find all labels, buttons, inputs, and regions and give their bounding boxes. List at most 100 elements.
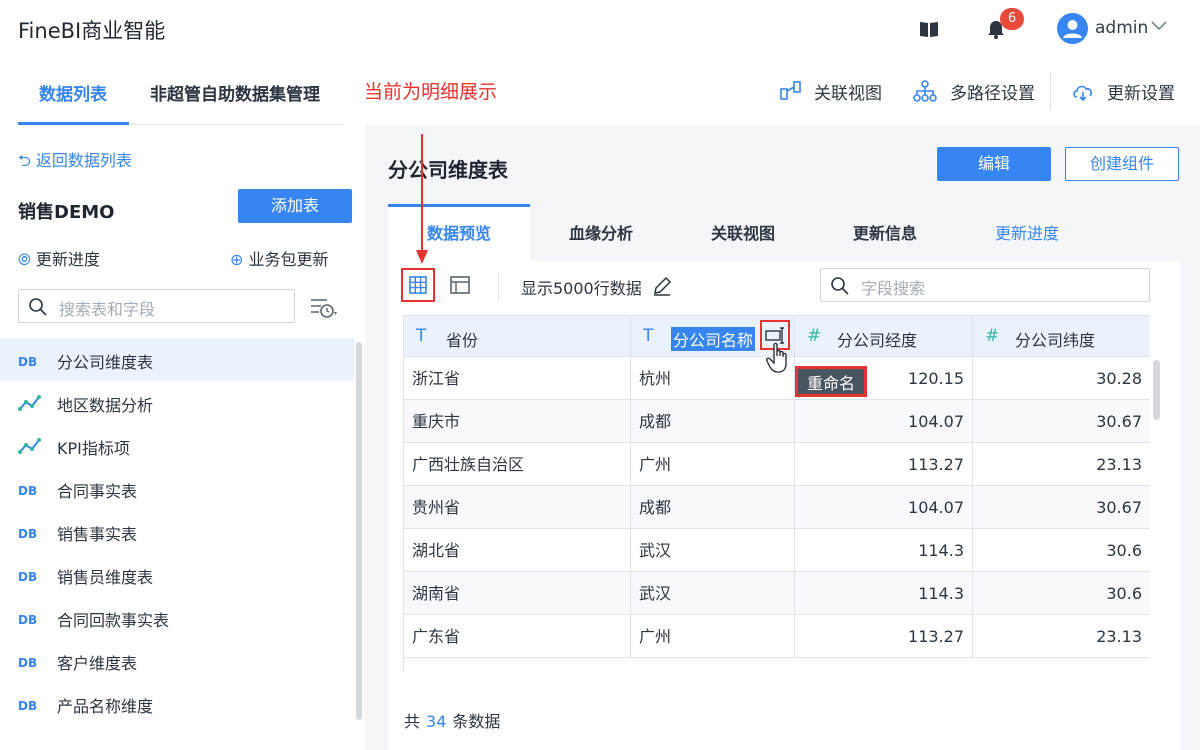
avatar[interactable]: [1057, 13, 1088, 44]
column-header-province[interactable]: T 省份: [404, 316, 631, 358]
annotation-text: 当前为明细展示: [364, 81, 498, 103]
table-cell: 23.13: [973, 615, 1150, 658]
column-header-label[interactable]: 分公司名称: [671, 327, 755, 351]
page-title: 分公司维度表: [388, 158, 508, 182]
table-cell: 广西壮族自治区: [404, 443, 631, 486]
table-search-input[interactable]: 搜索表和字段: [18, 289, 295, 323]
table-row: 重庆市 成都 104.07 30.67: [404, 400, 1150, 443]
table-row: 广东省 广州 113.27 23.13: [404, 615, 1150, 658]
book-icon[interactable]: [918, 18, 940, 40]
pencil-icon[interactable]: [652, 276, 672, 296]
column-header-label: 分公司纬度: [1015, 331, 1096, 350]
cloud-refresh-icon[interactable]: [1071, 79, 1095, 103]
relation-view-button[interactable]: 关联视图: [814, 79, 882, 104]
table-cell: 30.67: [973, 400, 1150, 443]
column-header-label: 分公司经度: [837, 331, 918, 350]
sidebar-item[interactable]: 地区数据分析: [0, 381, 354, 424]
sidebar-item-label: KPI指标项: [57, 439, 130, 458]
table-cell: 30.28: [973, 357, 1150, 400]
database-table-icon: DB: [18, 527, 38, 541]
brand-title: FineBI商业智能: [18, 19, 166, 43]
table-cell: 湖北省: [404, 529, 631, 572]
column-header-longitude[interactable]: # 分公司经度: [795, 316, 973, 358]
update-progress-link[interactable]: ⦾ 更新进度: [18, 246, 100, 270]
table-cell: 104.07: [795, 400, 973, 443]
sidebar-item[interactable]: DB 产品名称维度: [0, 682, 354, 725]
annotation-arrow-icon: [416, 134, 428, 264]
sidebar-item[interactable]: DB 客户维度表: [0, 639, 354, 682]
update-settings-button[interactable]: 更新设置: [1107, 79, 1175, 104]
search-icon: [831, 277, 849, 295]
database-table-icon: DB: [18, 570, 38, 584]
table-row: 湖北省 武汉 114.3 30.6: [404, 529, 1150, 572]
relation-view-icon[interactable]: [779, 79, 803, 103]
user-icon: [1063, 20, 1082, 38]
tab-update-info[interactable]: 更新信息: [814, 204, 956, 261]
sidebar-item[interactable]: KPI指标项: [0, 424, 354, 467]
undo-arrow-icon: ⮌: [18, 151, 36, 170]
table-cell: 104.07: [795, 486, 973, 529]
sidebar-item[interactable]: DB 合同事实表: [0, 467, 354, 510]
add-table-button[interactable]: 添加表: [238, 189, 352, 223]
tab-update-progress[interactable]: 更新进度: [956, 204, 1098, 261]
package-title: 销售DEMO: [18, 202, 115, 223]
sidebar-item[interactable]: DB 销售事实表: [0, 510, 354, 553]
package-update-link[interactable]: ⊕ 业务包更新: [230, 246, 329, 270]
table-cell: 23.13: [973, 443, 1150, 486]
tab-data-list[interactable]: 数据列表: [39, 80, 107, 105]
rename-tooltip: 重命名: [795, 366, 867, 397]
sidebar-item[interactable]: DB 销售员维度表: [0, 553, 354, 596]
number-type-icon: #: [807, 326, 822, 346]
layout-icon: [450, 276, 470, 294]
summary-view-button[interactable]: [443, 268, 477, 302]
chevron-down-icon[interactable]: [1150, 20, 1168, 32]
text-type-icon: T: [416, 326, 427, 346]
notification-badge: 6: [1000, 8, 1024, 30]
search-placeholder: 搜索表和字段: [59, 300, 156, 319]
tab-relation-view[interactable]: 关联视图: [672, 204, 814, 261]
user-name[interactable]: admin: [1095, 18, 1148, 38]
create-component-button[interactable]: 创建组件: [1065, 147, 1179, 181]
total-count-number: 34: [426, 712, 447, 731]
edit-button[interactable]: 编辑: [937, 147, 1051, 181]
table-cell: 成都: [631, 400, 795, 443]
sidebar-item-label: 地区数据分析: [57, 396, 154, 415]
top-bar: [0, 0, 1200, 57]
analysis-line-icon: [18, 394, 42, 412]
grid-scrollbar[interactable]: [1153, 360, 1160, 420]
field-search-placeholder: 字段搜索: [861, 279, 926, 298]
progress-icon: ⦾: [18, 250, 36, 269]
table-cell: 浙江省: [404, 357, 631, 400]
nav-action-divider: [1050, 73, 1051, 109]
table-cell: 30.67: [973, 486, 1150, 529]
sidebar-item[interactable]: DB 分公司维度表: [0, 338, 354, 381]
tab-self-service-dataset[interactable]: 非超管自助数据集管理: [150, 80, 320, 105]
table-cell: 30.6: [973, 572, 1150, 615]
sidebar-scrollbar[interactable]: [356, 342, 362, 720]
table-cell: 成都: [631, 486, 795, 529]
database-table-icon: DB: [18, 355, 38, 369]
total-count: 共 34 条数据: [404, 712, 501, 731]
table-cell: 湖南省: [404, 572, 631, 615]
table-cell: 广州: [631, 615, 795, 658]
table-row: 广西壮族自治区 广州 113.27 23.13: [404, 443, 1150, 486]
table-cell: 113.27: [795, 615, 973, 658]
column-header-label: 省份: [446, 331, 479, 350]
field-search-input[interactable]: 字段搜索: [820, 268, 1150, 302]
table-cell: 贵州省: [404, 486, 631, 529]
sidebar-item-label: 合同回款事实表: [57, 611, 170, 630]
filter-sort-icon[interactable]: [308, 295, 340, 321]
tab-lineage[interactable]: 血缘分析: [530, 204, 672, 261]
table-cell: 广东省: [404, 615, 631, 658]
sidebar-item[interactable]: DB 合同回款事实表: [0, 596, 354, 639]
table-list: DB 分公司维度表地区数据分析 KPI指标项 DB 合同事实表 DB 销售事实表 DB 销售员维…: [0, 338, 354, 725]
multi-path-button[interactable]: 多路径设置: [950, 79, 1035, 104]
table-row: 贵州省 成都 104.07 30.67: [404, 486, 1150, 529]
table-cell: 114.3: [795, 572, 973, 615]
back-to-list-link[interactable]: ⮌ 返回数据列表: [18, 147, 132, 177]
text-type-icon: T: [643, 326, 654, 346]
upload-circle-icon: ⊕: [230, 250, 249, 269]
multi-path-icon[interactable]: [913, 79, 937, 103]
toolbar-divider: [498, 272, 499, 300]
column-header-latitude[interactable]: # 分公司纬度: [973, 316, 1150, 358]
